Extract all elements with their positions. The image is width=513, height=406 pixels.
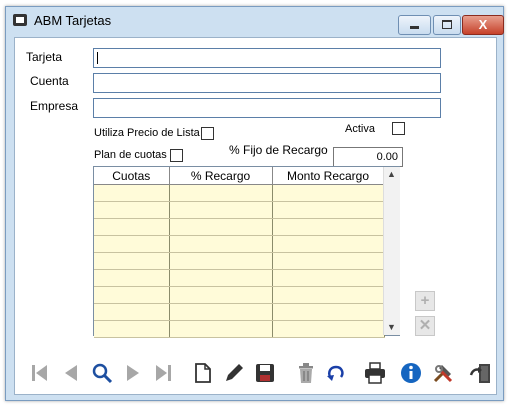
table-row[interactable]: [94, 235, 385, 253]
next-icon[interactable]: [121, 361, 145, 385]
activa-label: Activa: [345, 123, 375, 135]
table-cell[interactable]: [94, 286, 170, 304]
table-row[interactable]: [94, 286, 385, 304]
cuenta-label: Cuenta: [30, 74, 69, 88]
table-cell[interactable]: [169, 201, 273, 219]
table-cell[interactable]: [272, 218, 385, 236]
close-button[interactable]: X: [462, 15, 504, 35]
abm-tarjetas-window: ABM Tarjetas X Tarjeta Cuenta Empresa Ut…: [5, 6, 504, 401]
trash-icon[interactable]: [294, 361, 318, 385]
empresa-label: Empresa: [30, 99, 79, 113]
window-title: ABM Tarjetas: [34, 13, 112, 28]
grid-scrollbar[interactable]: ▲ ▼: [383, 167, 400, 335]
last-icon[interactable]: [152, 361, 176, 385]
table-cell[interactable]: [272, 252, 385, 270]
search-icon[interactable]: [90, 361, 114, 385]
table-cell[interactable]: [169, 286, 273, 304]
empresa-input[interactable]: [93, 98, 441, 118]
edit-pencil-icon[interactable]: [222, 361, 246, 385]
cuotas-table: Cuotas % Recargo Monto Recargo: [94, 167, 385, 338]
table-cell[interactable]: [272, 269, 385, 287]
exit-door-icon[interactable]: [469, 361, 493, 385]
table-cell[interactable]: [272, 184, 385, 202]
table-cell[interactable]: [94, 218, 170, 236]
new-doc-icon[interactable]: [191, 361, 215, 385]
table-cell[interactable]: [272, 201, 385, 219]
table-cell[interactable]: [272, 286, 385, 304]
utiliza-precio-checkbox[interactable]: [201, 127, 214, 140]
add-row-button[interactable]: +: [415, 291, 435, 311]
table-cell[interactable]: [94, 269, 170, 287]
table-cell[interactable]: [94, 184, 170, 202]
fijo-recargo-label: % Fijo de Recargo: [229, 143, 328, 157]
app-icon: [13, 14, 27, 26]
table-row[interactable]: [94, 252, 385, 270]
col-cuotas-header[interactable]: Cuotas: [94, 167, 170, 185]
table-cell[interactable]: [169, 218, 273, 236]
maximize-button[interactable]: [433, 15, 461, 35]
table-cell[interactable]: [169, 320, 273, 338]
table-row[interactable]: [94, 201, 385, 219]
table-row[interactable]: [94, 184, 385, 202]
table-row[interactable]: [94, 269, 385, 287]
scroll-down-icon[interactable]: ▼: [387, 322, 396, 332]
table-cell[interactable]: [94, 303, 170, 321]
table-cell[interactable]: [94, 320, 170, 338]
table-cell[interactable]: [272, 235, 385, 253]
fijo-recargo-input[interactable]: 0.00: [333, 147, 403, 167]
table-row[interactable]: [94, 320, 385, 338]
info-icon[interactable]: [399, 361, 423, 385]
form-body: Tarjeta Cuenta Empresa Utiliza Precio de…: [14, 37, 497, 395]
table-cell[interactable]: [169, 252, 273, 270]
table-row[interactable]: [94, 303, 385, 321]
first-icon[interactable]: [27, 361, 51, 385]
plan-cuotas-label: Plan de cuotas: [94, 149, 167, 161]
table-cell[interactable]: [94, 201, 170, 219]
table-row[interactable]: [94, 218, 385, 236]
tools-icon[interactable]: [431, 361, 455, 385]
activa-checkbox[interactable]: [392, 122, 405, 135]
table-cell[interactable]: [272, 320, 385, 338]
text-caret: [97, 52, 98, 64]
tarjeta-label: Tarjeta: [26, 50, 63, 64]
prev-icon[interactable]: [59, 361, 83, 385]
save-disk-icon[interactable]: [253, 361, 277, 385]
table-cell[interactable]: [169, 303, 273, 321]
cuotas-grid[interactable]: Cuotas % Recargo Monto Recargo ▲ ▼: [93, 166, 400, 338]
title-bar[interactable]: ABM Tarjetas X: [6, 7, 504, 35]
tarjeta-input[interactable]: [93, 48, 441, 68]
grid-header-row: Cuotas % Recargo Monto Recargo: [94, 167, 385, 185]
print-icon[interactable]: [363, 361, 387, 385]
minimize-button[interactable]: [398, 15, 431, 35]
utiliza-precio-label: Utiliza Precio de Lista: [94, 127, 200, 139]
table-cell[interactable]: [94, 235, 170, 253]
col-recargo-header[interactable]: % Recargo: [169, 167, 273, 185]
table-cell[interactable]: [94, 252, 170, 270]
table-cell[interactable]: [272, 303, 385, 321]
cuenta-input[interactable]: [93, 73, 441, 93]
close-icon: X: [478, 17, 488, 32]
table-cell[interactable]: [169, 235, 273, 253]
undo-icon[interactable]: [324, 361, 348, 385]
plan-cuotas-checkbox[interactable]: [170, 149, 183, 162]
table-cell[interactable]: [169, 269, 273, 287]
table-cell[interactable]: [169, 184, 273, 202]
col-monto-recargo-header[interactable]: Monto Recargo: [272, 167, 385, 185]
delete-row-button[interactable]: ✕: [415, 316, 435, 336]
scroll-up-icon[interactable]: ▲: [387, 169, 396, 179]
